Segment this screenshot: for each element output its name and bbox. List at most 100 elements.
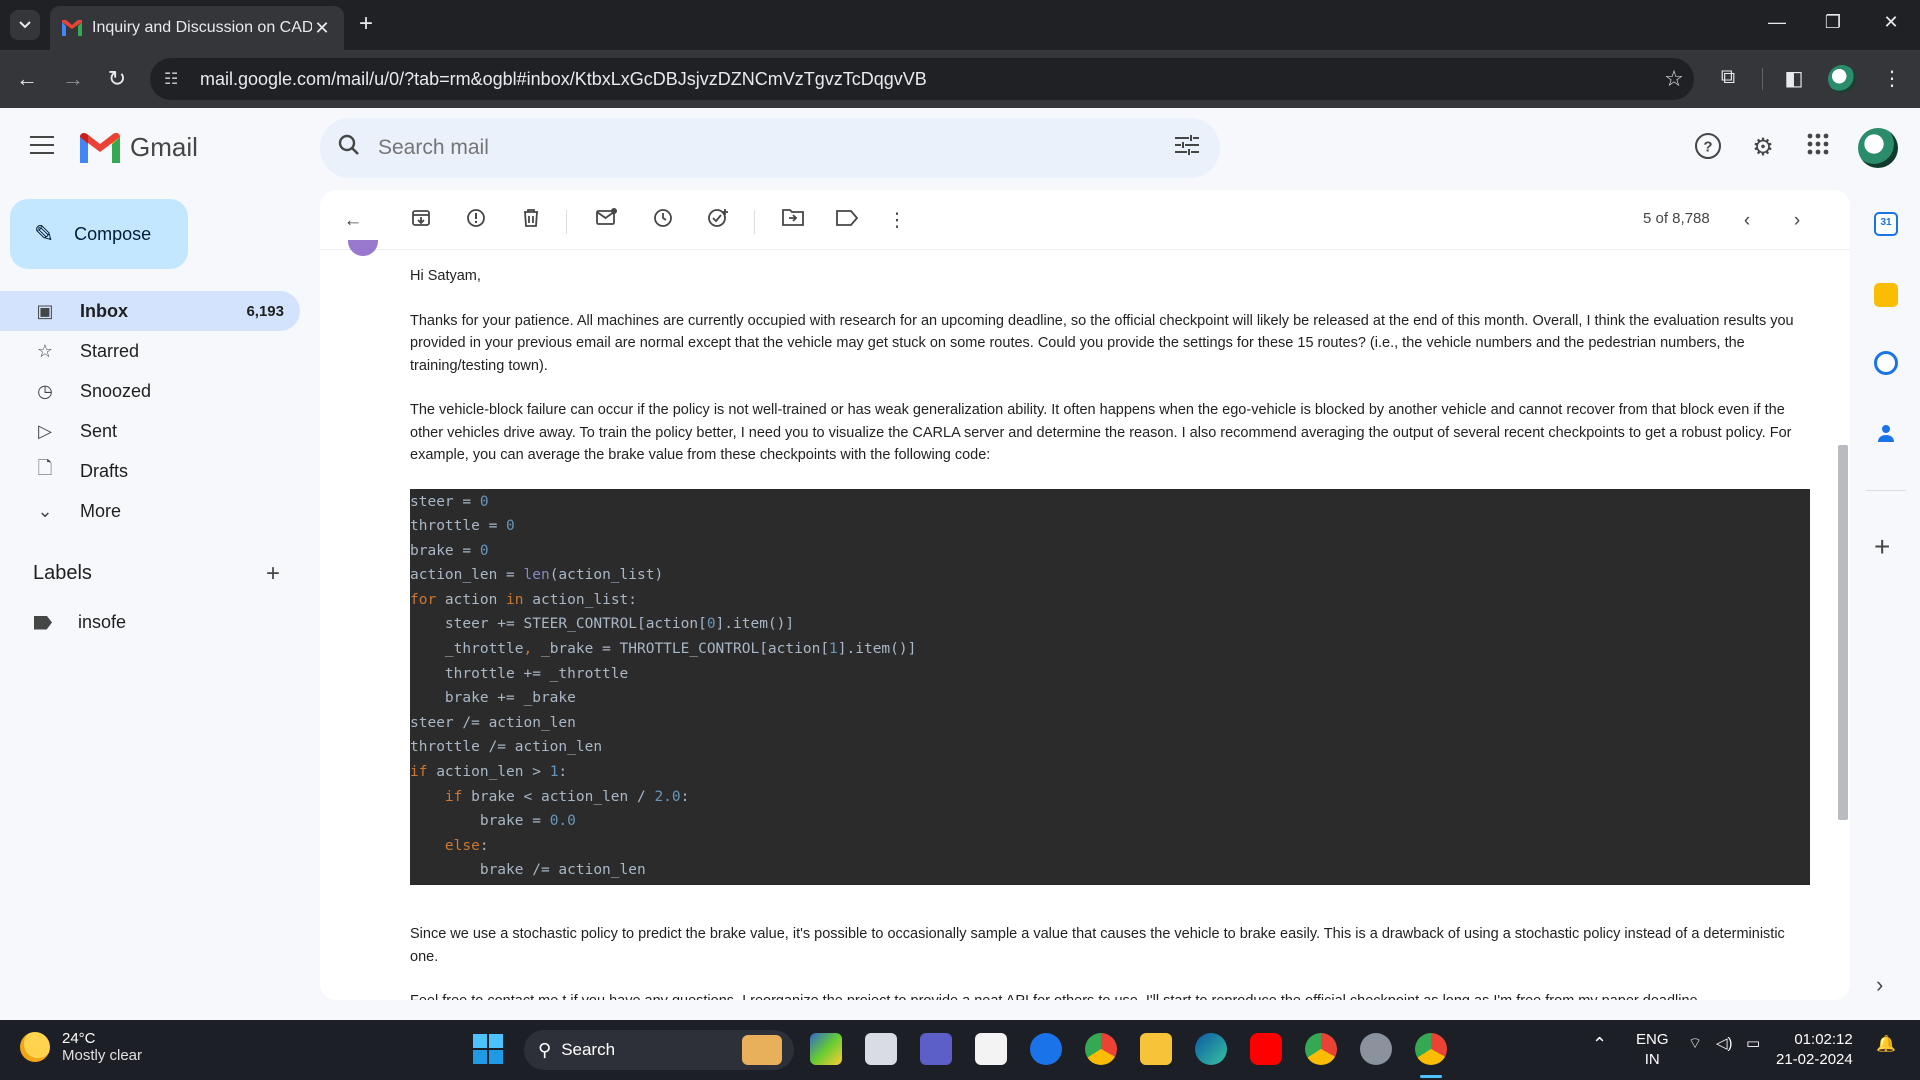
google-apps-icon[interactable]: [1802, 132, 1834, 164]
system-clock[interactable]: 01:02:12 21-02-2024: [1776, 1030, 1853, 1070]
sidebar-nav: ▣ Inbox 6,193 ☆ Starred ◷ Snoozed ▷ Sent…: [0, 291, 300, 531]
code-line: throttle = 0: [410, 518, 515, 535]
message-panel: ← ⋮ 5 of 8,788 ‹ › Hi Satyam, Thanks for…: [320, 190, 1850, 1000]
site-info-icon[interactable]: ☷: [164, 69, 186, 89]
bookmark-star-icon[interactable]: ☆: [1654, 66, 1694, 92]
sidebar-item-inbox[interactable]: ▣ Inbox 6,193: [0, 291, 300, 331]
search-input[interactable]: [368, 136, 1172, 160]
add-label-button[interactable]: +: [266, 560, 280, 588]
chrome-app-icon[interactable]: [1085, 1033, 1117, 1065]
copilot-icon[interactable]: [810, 1033, 842, 1065]
side-panel-icon[interactable]: ◧: [1780, 66, 1808, 91]
chrome-menu-icon[interactable]: ⋮: [1878, 66, 1906, 91]
battery-icon[interactable]: ▭: [1746, 1034, 1760, 1052]
windows-start-icon[interactable]: [472, 1033, 504, 1065]
label-icon[interactable]: [834, 208, 860, 234]
weather-widget[interactable]: 24°C Mostly clear: [20, 1030, 142, 1064]
settings-gear-icon[interactable]: ⚙: [1747, 132, 1779, 164]
inbox-icon: ▣: [36, 300, 54, 321]
older-chevron-right-icon[interactable]: ›: [1784, 208, 1810, 234]
show-side-panel-chevron-icon[interactable]: ›: [1876, 972, 1883, 998]
help-app-icon[interactable]: [1030, 1033, 1062, 1065]
taskbar-search-label: Search: [561, 1040, 616, 1059]
taskbar-search[interactable]: ⚲ Search: [524, 1030, 794, 1070]
email-paragraph: The vehicle-block failure can occur if t…: [410, 402, 1792, 463]
snooze-clock-icon[interactable]: [650, 208, 676, 234]
search-highlight-icon: [742, 1035, 782, 1065]
contacts-icon[interactable]: [1874, 421, 1898, 445]
edge-icon[interactable]: [1195, 1033, 1227, 1065]
show-hidden-icons-icon[interactable]: ⌃: [1592, 1034, 1607, 1055]
minimize-icon[interactable]: —: [1762, 12, 1792, 33]
gmail-logo[interactable]: Gmail: [80, 132, 198, 163]
forward-arrow-icon[interactable]: →: [58, 64, 88, 94]
reload-icon[interactable]: ↻: [102, 64, 132, 94]
sidebar-item-drafts[interactable]: 🗋 Drafts: [0, 451, 300, 491]
sidebar-item-more[interactable]: ⌄ More: [0, 491, 300, 531]
tab-search-button[interactable]: [10, 10, 40, 40]
keep-notes-icon[interactable]: [1874, 283, 1898, 307]
sidebar-item-snoozed[interactable]: ◷ Snoozed: [0, 371, 300, 411]
code-line: throttle /= action_len: [410, 739, 603, 756]
compose-button[interactable]: ✎ Compose: [10, 199, 188, 269]
new-tab-button[interactable]: +: [354, 12, 378, 36]
search-bar[interactable]: [320, 118, 1220, 178]
account-avatar[interactable]: [1858, 128, 1898, 168]
compose-label: Compose: [74, 223, 152, 244]
delete-trash-icon[interactable]: [518, 208, 544, 234]
settings-app-icon[interactable]: [1360, 1033, 1392, 1065]
add-to-tasks-icon[interactable]: [705, 208, 731, 234]
close-window-icon[interactable]: ✕: [1876, 12, 1906, 33]
search-options-icon[interactable]: [1172, 134, 1202, 162]
tasks-icon[interactable]: [1874, 351, 1898, 375]
close-tab-icon[interactable]: ✕: [312, 18, 332, 39]
draft-file-icon: 🗋: [37, 458, 53, 478]
scrollbar-thumb[interactable]: [1838, 445, 1848, 820]
restore-icon[interactable]: ❐: [1818, 12, 1848, 33]
teams-icon[interactable]: [920, 1033, 952, 1065]
wifi-icon[interactable]: ⌔: [1688, 1034, 1702, 1053]
browser-tab-gmail[interactable]: Inquiry and Discussion on CADI ✕: [50, 6, 344, 50]
language-indicator[interactable]: ENG IN: [1636, 1030, 1669, 1070]
code-line: steer /= action_len: [410, 714, 576, 731]
profile-avatar[interactable]: [1828, 65, 1856, 93]
label-item-insofe[interactable]: insofe: [34, 612, 126, 633]
chrome-profile-icon[interactable]: [1305, 1033, 1337, 1065]
newer-chevron-left-icon[interactable]: ‹: [1734, 208, 1760, 234]
sidebar-item-sent[interactable]: ▷ Sent: [0, 411, 300, 451]
sidebar-item-starred[interactable]: ☆ Starred: [0, 331, 300, 371]
notification-bell-icon[interactable]: 🔔: [1876, 1034, 1896, 1054]
main-menu-icon[interactable]: [30, 136, 54, 160]
chevron-down-icon: [19, 21, 31, 29]
volume-icon[interactable]: ◁): [1716, 1034, 1733, 1052]
extensions-icon[interactable]: ⧉: [1714, 66, 1742, 89]
gmail-m-icon: [80, 132, 120, 163]
pagination-count: 5 of 8,788: [1643, 210, 1710, 227]
get-addons-plus-icon[interactable]: +: [1874, 531, 1890, 563]
code-line: throttle += _throttle: [410, 665, 629, 682]
chrome-active-icon[interactable]: [1415, 1033, 1447, 1065]
file-explorer-icon[interactable]: [1140, 1033, 1172, 1065]
report-spam-icon[interactable]: [463, 208, 489, 234]
microsoft-store-icon[interactable]: [975, 1033, 1007, 1065]
search-icon[interactable]: [338, 134, 368, 162]
mark-unread-icon[interactable]: [594, 208, 620, 234]
address-bar[interactable]: ☷ mail.google.com/mail/u/0/?tab=rm&ogbl#…: [150, 58, 1694, 100]
move-to-folder-icon[interactable]: [780, 208, 806, 234]
sidebar-item-label: Drafts: [80, 460, 129, 481]
archive-icon[interactable]: [408, 208, 434, 234]
active-app-indicator: [1420, 1075, 1442, 1078]
help-icon[interactable]: ?: [1692, 132, 1724, 164]
youtube-icon[interactable]: [1250, 1033, 1282, 1065]
more-options-icon[interactable]: ⋮: [884, 208, 910, 234]
code-line: brake += _brake: [410, 690, 576, 707]
back-to-inbox-icon[interactable]: ←: [340, 208, 366, 234]
side-panel-divider: [1866, 490, 1906, 491]
gmail-wordmark: Gmail: [130, 132, 198, 162]
message-toolbar: ← ⋮ 5 of 8,788 ‹ ›: [320, 190, 1850, 250]
back-arrow-icon[interactable]: ←: [12, 64, 42, 94]
task-view-icon[interactable]: [865, 1033, 897, 1065]
moon-weather-icon: [20, 1032, 50, 1062]
email-greeting: Hi Satyam,: [410, 268, 481, 284]
calendar-icon[interactable]: 31: [1874, 212, 1898, 236]
